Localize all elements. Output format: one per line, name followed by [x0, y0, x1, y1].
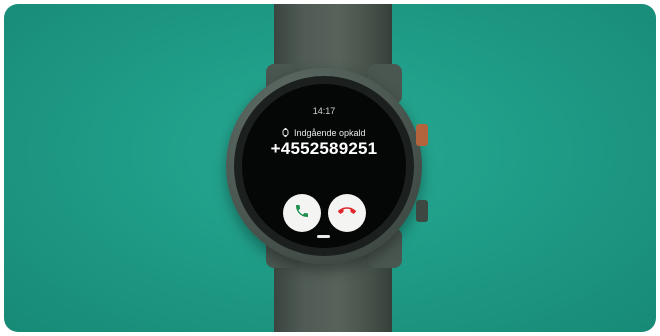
phone-decline-icon — [338, 202, 356, 225]
incoming-call-label: Indgående opkald — [293, 128, 366, 138]
phone-accept-icon — [294, 203, 310, 224]
incoming-call-row: Indgående opkald — [242, 128, 406, 139]
home-indicator — [317, 235, 330, 238]
watch-side-button-back[interactable] — [416, 200, 428, 222]
watch-screen: 14:17 Indgående opkald +4552589251 — [242, 84, 406, 248]
accept-call-button[interactable] — [283, 194, 321, 232]
clock-time: 14:17 — [312, 106, 336, 116]
decline-call-button[interactable] — [328, 194, 366, 232]
caller-number: +4552589251 — [270, 139, 378, 158]
photo-frame: 14:17 Indgående opkald +4552589251 — [4, 4, 656, 332]
watch-icon — [282, 128, 289, 139]
watch-side-button-home[interactable] — [416, 124, 428, 146]
